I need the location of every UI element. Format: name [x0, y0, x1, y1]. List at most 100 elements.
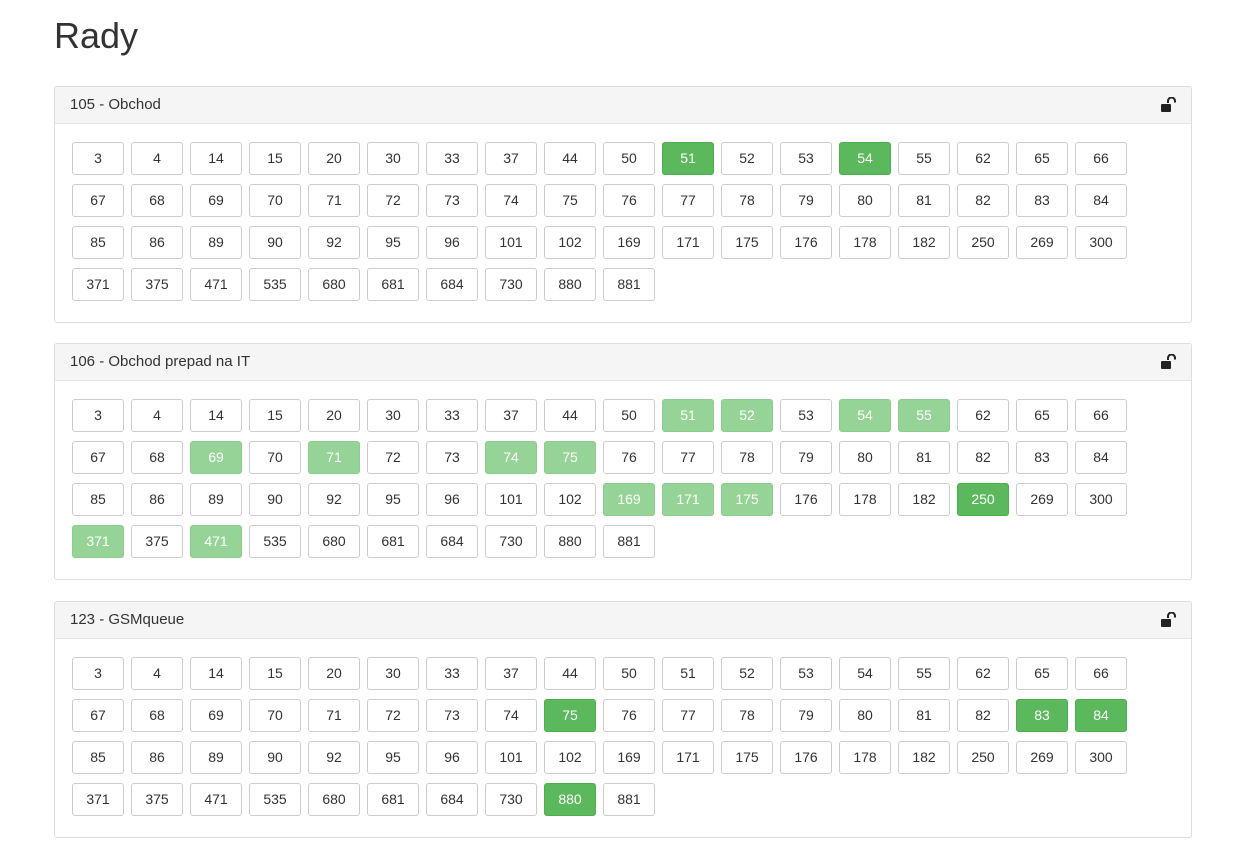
rada-button-72[interactable]: 72 — [367, 441, 419, 474]
rada-button-96[interactable]: 96 — [426, 741, 478, 774]
rada-button-78[interactable]: 78 — [721, 184, 773, 217]
rada-button-171[interactable]: 171 — [662, 741, 714, 774]
rada-button-37[interactable]: 37 — [485, 657, 537, 690]
rada-button-74[interactable]: 74 — [485, 441, 537, 474]
rada-button-66[interactable]: 66 — [1075, 399, 1127, 432]
rada-button-69[interactable]: 69 — [190, 699, 242, 732]
rada-button-81[interactable]: 81 — [898, 184, 950, 217]
rada-button-66[interactable]: 66 — [1075, 142, 1127, 175]
rada-button-85[interactable]: 85 — [72, 483, 124, 516]
rada-button-3[interactable]: 3 — [72, 142, 124, 175]
rada-button-182[interactable]: 182 — [898, 741, 950, 774]
rada-button-171[interactable]: 171 — [662, 483, 714, 516]
rada-button-684[interactable]: 684 — [426, 525, 478, 558]
rada-button-371[interactable]: 371 — [72, 525, 124, 558]
rada-button-78[interactable]: 78 — [721, 699, 773, 732]
rada-button-171[interactable]: 171 — [662, 226, 714, 259]
rada-button-175[interactable]: 175 — [721, 741, 773, 774]
rada-button-75[interactable]: 75 — [544, 441, 596, 474]
rada-button-535[interactable]: 535 — [249, 783, 301, 816]
unlock-icon[interactable] — [1160, 353, 1176, 370]
rada-button-44[interactable]: 44 — [544, 657, 596, 690]
rada-button-65[interactable]: 65 — [1016, 142, 1068, 175]
rada-button-78[interactable]: 78 — [721, 441, 773, 474]
rada-button-269[interactable]: 269 — [1016, 483, 1068, 516]
rada-button-730[interactable]: 730 — [485, 525, 537, 558]
rada-button-67[interactable]: 67 — [72, 699, 124, 732]
rada-button-71[interactable]: 71 — [308, 699, 360, 732]
rada-button-77[interactable]: 77 — [662, 184, 714, 217]
rada-button-86[interactable]: 86 — [131, 741, 183, 774]
rada-button-62[interactable]: 62 — [957, 142, 1009, 175]
rada-button-50[interactable]: 50 — [603, 657, 655, 690]
rada-button-680[interactable]: 680 — [308, 268, 360, 301]
rada-button-14[interactable]: 14 — [190, 657, 242, 690]
rada-button-102[interactable]: 102 — [544, 741, 596, 774]
rada-button-250[interactable]: 250 — [957, 741, 1009, 774]
rada-button-73[interactable]: 73 — [426, 699, 478, 732]
rada-button-20[interactable]: 20 — [308, 399, 360, 432]
rada-button-250[interactable]: 250 — [957, 483, 1009, 516]
rada-button-74[interactable]: 74 — [485, 184, 537, 217]
rada-button-55[interactable]: 55 — [898, 399, 950, 432]
rada-button-535[interactable]: 535 — [249, 525, 301, 558]
rada-button-44[interactable]: 44 — [544, 142, 596, 175]
rada-button-75[interactable]: 75 — [544, 184, 596, 217]
rada-button-20[interactable]: 20 — [308, 142, 360, 175]
rada-button-85[interactable]: 85 — [72, 226, 124, 259]
rada-button-95[interactable]: 95 — [367, 741, 419, 774]
rada-button-75[interactable]: 75 — [544, 699, 596, 732]
rada-button-30[interactable]: 30 — [367, 399, 419, 432]
rada-button-55[interactable]: 55 — [898, 657, 950, 690]
rada-button-33[interactable]: 33 — [426, 657, 478, 690]
rada-button-169[interactable]: 169 — [603, 741, 655, 774]
rada-button-730[interactable]: 730 — [485, 783, 537, 816]
rada-button-92[interactable]: 92 — [308, 226, 360, 259]
rada-button-67[interactable]: 67 — [72, 184, 124, 217]
rada-button-182[interactable]: 182 — [898, 483, 950, 516]
rada-button-55[interactable]: 55 — [898, 142, 950, 175]
rada-button-730[interactable]: 730 — [485, 268, 537, 301]
rada-button-681[interactable]: 681 — [367, 525, 419, 558]
rada-button-65[interactable]: 65 — [1016, 657, 1068, 690]
rada-button-4[interactable]: 4 — [131, 142, 183, 175]
rada-button-83[interactable]: 83 — [1016, 699, 1068, 732]
rada-button-96[interactable]: 96 — [426, 226, 478, 259]
rada-button-471[interactable]: 471 — [190, 783, 242, 816]
rada-button-82[interactable]: 82 — [957, 184, 1009, 217]
rada-button-95[interactable]: 95 — [367, 483, 419, 516]
rada-button-37[interactable]: 37 — [485, 399, 537, 432]
rada-button-70[interactable]: 70 — [249, 441, 301, 474]
rada-button-169[interactable]: 169 — [603, 226, 655, 259]
rada-button-471[interactable]: 471 — [190, 268, 242, 301]
rada-button-81[interactable]: 81 — [898, 699, 950, 732]
rada-button-76[interactable]: 76 — [603, 441, 655, 474]
rada-button-300[interactable]: 300 — [1075, 741, 1127, 774]
rada-button-74[interactable]: 74 — [485, 699, 537, 732]
rada-button-33[interactable]: 33 — [426, 399, 478, 432]
rada-button-50[interactable]: 50 — [603, 399, 655, 432]
rada-button-92[interactable]: 92 — [308, 483, 360, 516]
rada-button-68[interactable]: 68 — [131, 441, 183, 474]
rada-button-680[interactable]: 680 — [308, 783, 360, 816]
rada-button-30[interactable]: 30 — [367, 657, 419, 690]
rada-button-51[interactable]: 51 — [662, 399, 714, 432]
rada-button-881[interactable]: 881 — [603, 268, 655, 301]
rada-button-300[interactable]: 300 — [1075, 226, 1127, 259]
rada-button-90[interactable]: 90 — [249, 226, 301, 259]
rada-button-52[interactable]: 52 — [721, 657, 773, 690]
rada-button-880[interactable]: 880 — [544, 268, 596, 301]
rada-button-14[interactable]: 14 — [190, 142, 242, 175]
rada-button-176[interactable]: 176 — [780, 741, 832, 774]
rada-button-300[interactable]: 300 — [1075, 483, 1127, 516]
rada-button-51[interactable]: 51 — [662, 657, 714, 690]
rada-button-71[interactable]: 71 — [308, 441, 360, 474]
rada-button-70[interactable]: 70 — [249, 184, 301, 217]
unlock-icon[interactable] — [1160, 96, 1176, 113]
rada-button-535[interactable]: 535 — [249, 268, 301, 301]
rada-button-101[interactable]: 101 — [485, 226, 537, 259]
rada-button-72[interactable]: 72 — [367, 184, 419, 217]
rada-button-375[interactable]: 375 — [131, 268, 183, 301]
rada-button-4[interactable]: 4 — [131, 399, 183, 432]
rada-button-169[interactable]: 169 — [603, 483, 655, 516]
